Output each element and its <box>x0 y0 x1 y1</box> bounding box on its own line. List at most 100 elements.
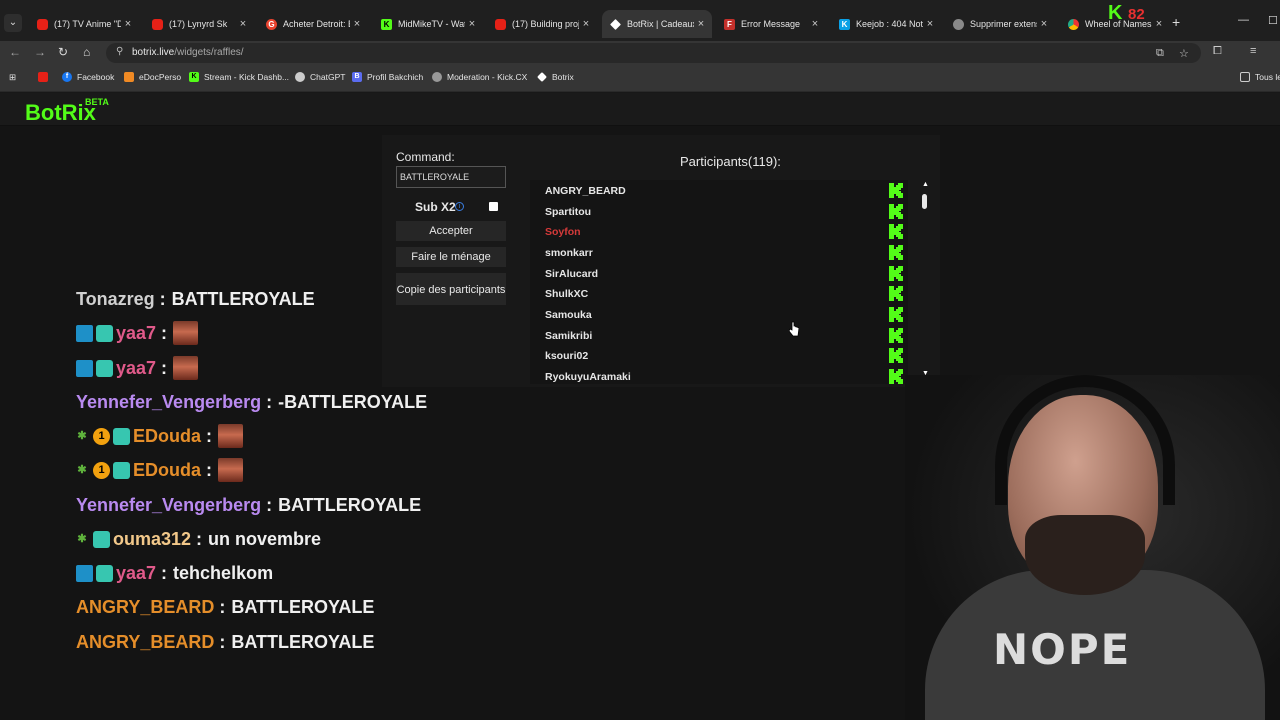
chat-separator: : <box>266 391 273 412</box>
shirt-text: NOPE <box>993 625 1132 674</box>
participants-title: Participants(119): <box>680 154 781 169</box>
participant-row[interactable]: ksouri02 <box>545 347 905 367</box>
participant-row[interactable]: ShulkXC <box>545 285 905 305</box>
moderation-icon <box>432 72 442 82</box>
chat-text: BATTLEROYALE <box>231 631 375 652</box>
tab-search-chevron-icon[interactable]: ⌄ <box>4 14 22 32</box>
participants-scrollbar[interactable]: ▲ ▼ <box>920 181 930 379</box>
folder-icon <box>1240 72 1250 82</box>
home-icon[interactable]: ⌂ <box>83 45 90 59</box>
tab-close-icon[interactable]: × <box>694 18 708 30</box>
chat-separator: : <box>266 494 273 515</box>
youtube-icon <box>152 18 163 30</box>
scroll-up-icon[interactable]: ▲ <box>922 181 929 188</box>
chat-username: Yennefer_Vengerberg <box>76 391 262 412</box>
chat-text: tehchelkom <box>173 562 274 583</box>
tab-close-icon[interactable]: × <box>236 18 250 30</box>
tab-close-icon[interactable]: × <box>1152 18 1166 30</box>
tab-label: Keejob : 404 Not <box>856 19 923 29</box>
participant-row[interactable]: Samouka <box>545 306 905 326</box>
tab-close-icon[interactable]: × <box>808 18 822 30</box>
info-icon[interactable]: i <box>455 202 464 211</box>
chat-separator: : <box>161 322 168 343</box>
webcam-feed: NOPE <box>905 375 1280 720</box>
site-info-icon[interactable]: ⚲ <box>116 46 123 57</box>
bookmark-profil-bakchich[interactable]: B Profil Bakchich <box>352 72 423 82</box>
participants-list[interactable]: ANGRY_BEARD Spartitou Soyfon smonkarr SirAlu… <box>530 180 908 384</box>
accept-button[interactable]: Accepter <box>396 221 506 241</box>
tab-1[interactable]: (17) TV Anime "Dr × <box>29 12 139 36</box>
bookmark-facebook[interactable]: f Facebook <box>62 72 114 82</box>
chat-separator: : <box>206 425 213 446</box>
participant-row[interactable]: ANGRY_BEARD <box>545 182 905 202</box>
bookmark-kick-dashboard[interactable]: K Stream - Kick Dashb... <box>189 72 289 82</box>
apps-grid-icon[interactable]: ⊞ <box>9 72 16 83</box>
participant-row[interactable]: smonkarr <box>545 244 905 264</box>
chat-message: Yennefer_Vengerberg: -BATTLEROYALE <box>76 389 427 415</box>
participant-row[interactable]: RyokuyuAramaki <box>545 368 905 384</box>
leaf-badge-icon: ✱ <box>77 429 87 442</box>
participant-row[interactable]: Samikribi <box>545 327 905 347</box>
leaf-badge-icon: ✱ <box>77 463 87 476</box>
chat-username: Yennefer_Vengerberg <box>76 494 262 515</box>
tab-7[interactable]: F Error Message × <box>716 12 826 36</box>
maximize-icon[interactable]: ☐ <box>1268 14 1278 27</box>
bookmark-youtube[interactable] <box>38 72 53 82</box>
back-arrow-icon[interactable]: ← <box>9 45 21 59</box>
translate-icon[interactable]: ⧉ <box>1156 47 1164 60</box>
subscriber-badge-icon <box>96 564 113 582</box>
chat-message: yaa7: <box>76 355 199 381</box>
edocperso-icon <box>124 72 134 82</box>
address-bar[interactable]: ⚲ botrix.live/widgets/raffles/ ⧉ ☆ <box>106 43 1201 63</box>
tab-close-icon[interactable]: × <box>121 18 135 30</box>
tab-close-icon[interactable]: × <box>465 18 479 30</box>
url-text[interactable]: botrix.live/widgets/raffles/ <box>132 47 244 58</box>
gift-badge-icon: 1 <box>93 427 110 445</box>
tab-2[interactable]: (17) Lynyrd Sk × <box>144 12 254 36</box>
tab-9[interactable]: Supprimer extens × <box>945 12 1055 36</box>
reading-list-icon[interactable]: ≡ <box>1250 45 1256 57</box>
bookmarks-bar: ⊞ f Facebook eDocPerso K Stream - Kick Das… <box>0 65 1280 92</box>
command-input[interactable] <box>396 166 506 188</box>
minimize-icon[interactable]: — <box>1238 14 1249 26</box>
kick-icon <box>889 369 903 384</box>
sub-x2-checkbox[interactable] <box>489 202 498 211</box>
scroll-thumb[interactable] <box>922 194 927 209</box>
clean-button[interactable]: Faire le ménage <box>396 247 506 267</box>
tab-5[interactable]: (17) Building proj × <box>487 12 597 36</box>
bookmark-moderation[interactable]: Moderation - Kick.CX <box>432 72 527 82</box>
new-tab-plus-icon[interactable]: + <box>1172 14 1188 32</box>
tab-label: (17) Lynyrd Sk <box>169 19 228 29</box>
streamer-beard <box>1025 515 1145 595</box>
keejob-icon: K <box>839 18 850 30</box>
tab-label: Error Message <box>741 19 801 29</box>
moderator-badge-icon <box>76 324 93 342</box>
bookmark-star-icon[interactable]: ☆ <box>1179 47 1189 60</box>
chat-username: yaa7 <box>116 562 157 583</box>
tab-6[interactable]: BotRix | Cadeaux × <box>602 10 712 38</box>
tab-close-icon[interactable]: × <box>350 18 364 30</box>
kick-icon <box>889 307 903 322</box>
participant-row[interactable]: SirAlucard <box>545 265 905 285</box>
bookmark-botrix[interactable]: Botrix <box>537 72 574 82</box>
tab-4[interactable]: K MidMikeTV - Wat × <box>373 12 483 36</box>
tab-close-icon[interactable]: × <box>1037 18 1051 30</box>
copy-participants-button[interactable]: Copie des participants <box>396 273 506 305</box>
tab-close-icon[interactable]: × <box>923 18 937 30</box>
chat-emote <box>173 356 199 380</box>
forward-arrow-icon[interactable]: → <box>34 45 46 59</box>
extensions-icon[interactable]: ⧠ <box>1213 45 1222 58</box>
chat-separator: : <box>161 357 168 378</box>
reload-icon[interactable]: ↻ <box>58 45 68 59</box>
moderator-badge-icon <box>76 564 93 582</box>
bookmark-chatgpt[interactable]: ChatGPT <box>295 72 345 82</box>
bookmark-edocperso[interactable]: eDocPerso <box>124 72 181 82</box>
participant-row[interactable]: Spartitou <box>545 203 905 223</box>
participant-row[interactable]: Soyfon <box>545 223 905 243</box>
tab-label: (17) TV Anime "Dr <box>54 19 121 29</box>
tab-close-icon[interactable]: × <box>579 18 593 30</box>
tab-8[interactable]: K Keejob : 404 Not × <box>831 12 941 36</box>
all-bookmarks-folder[interactable]: Tous le <box>1240 72 1280 82</box>
tab-3[interactable]: G Acheter Detroit: B × <box>258 12 368 36</box>
chat-text: -BATTLEROYALE <box>278 391 428 412</box>
